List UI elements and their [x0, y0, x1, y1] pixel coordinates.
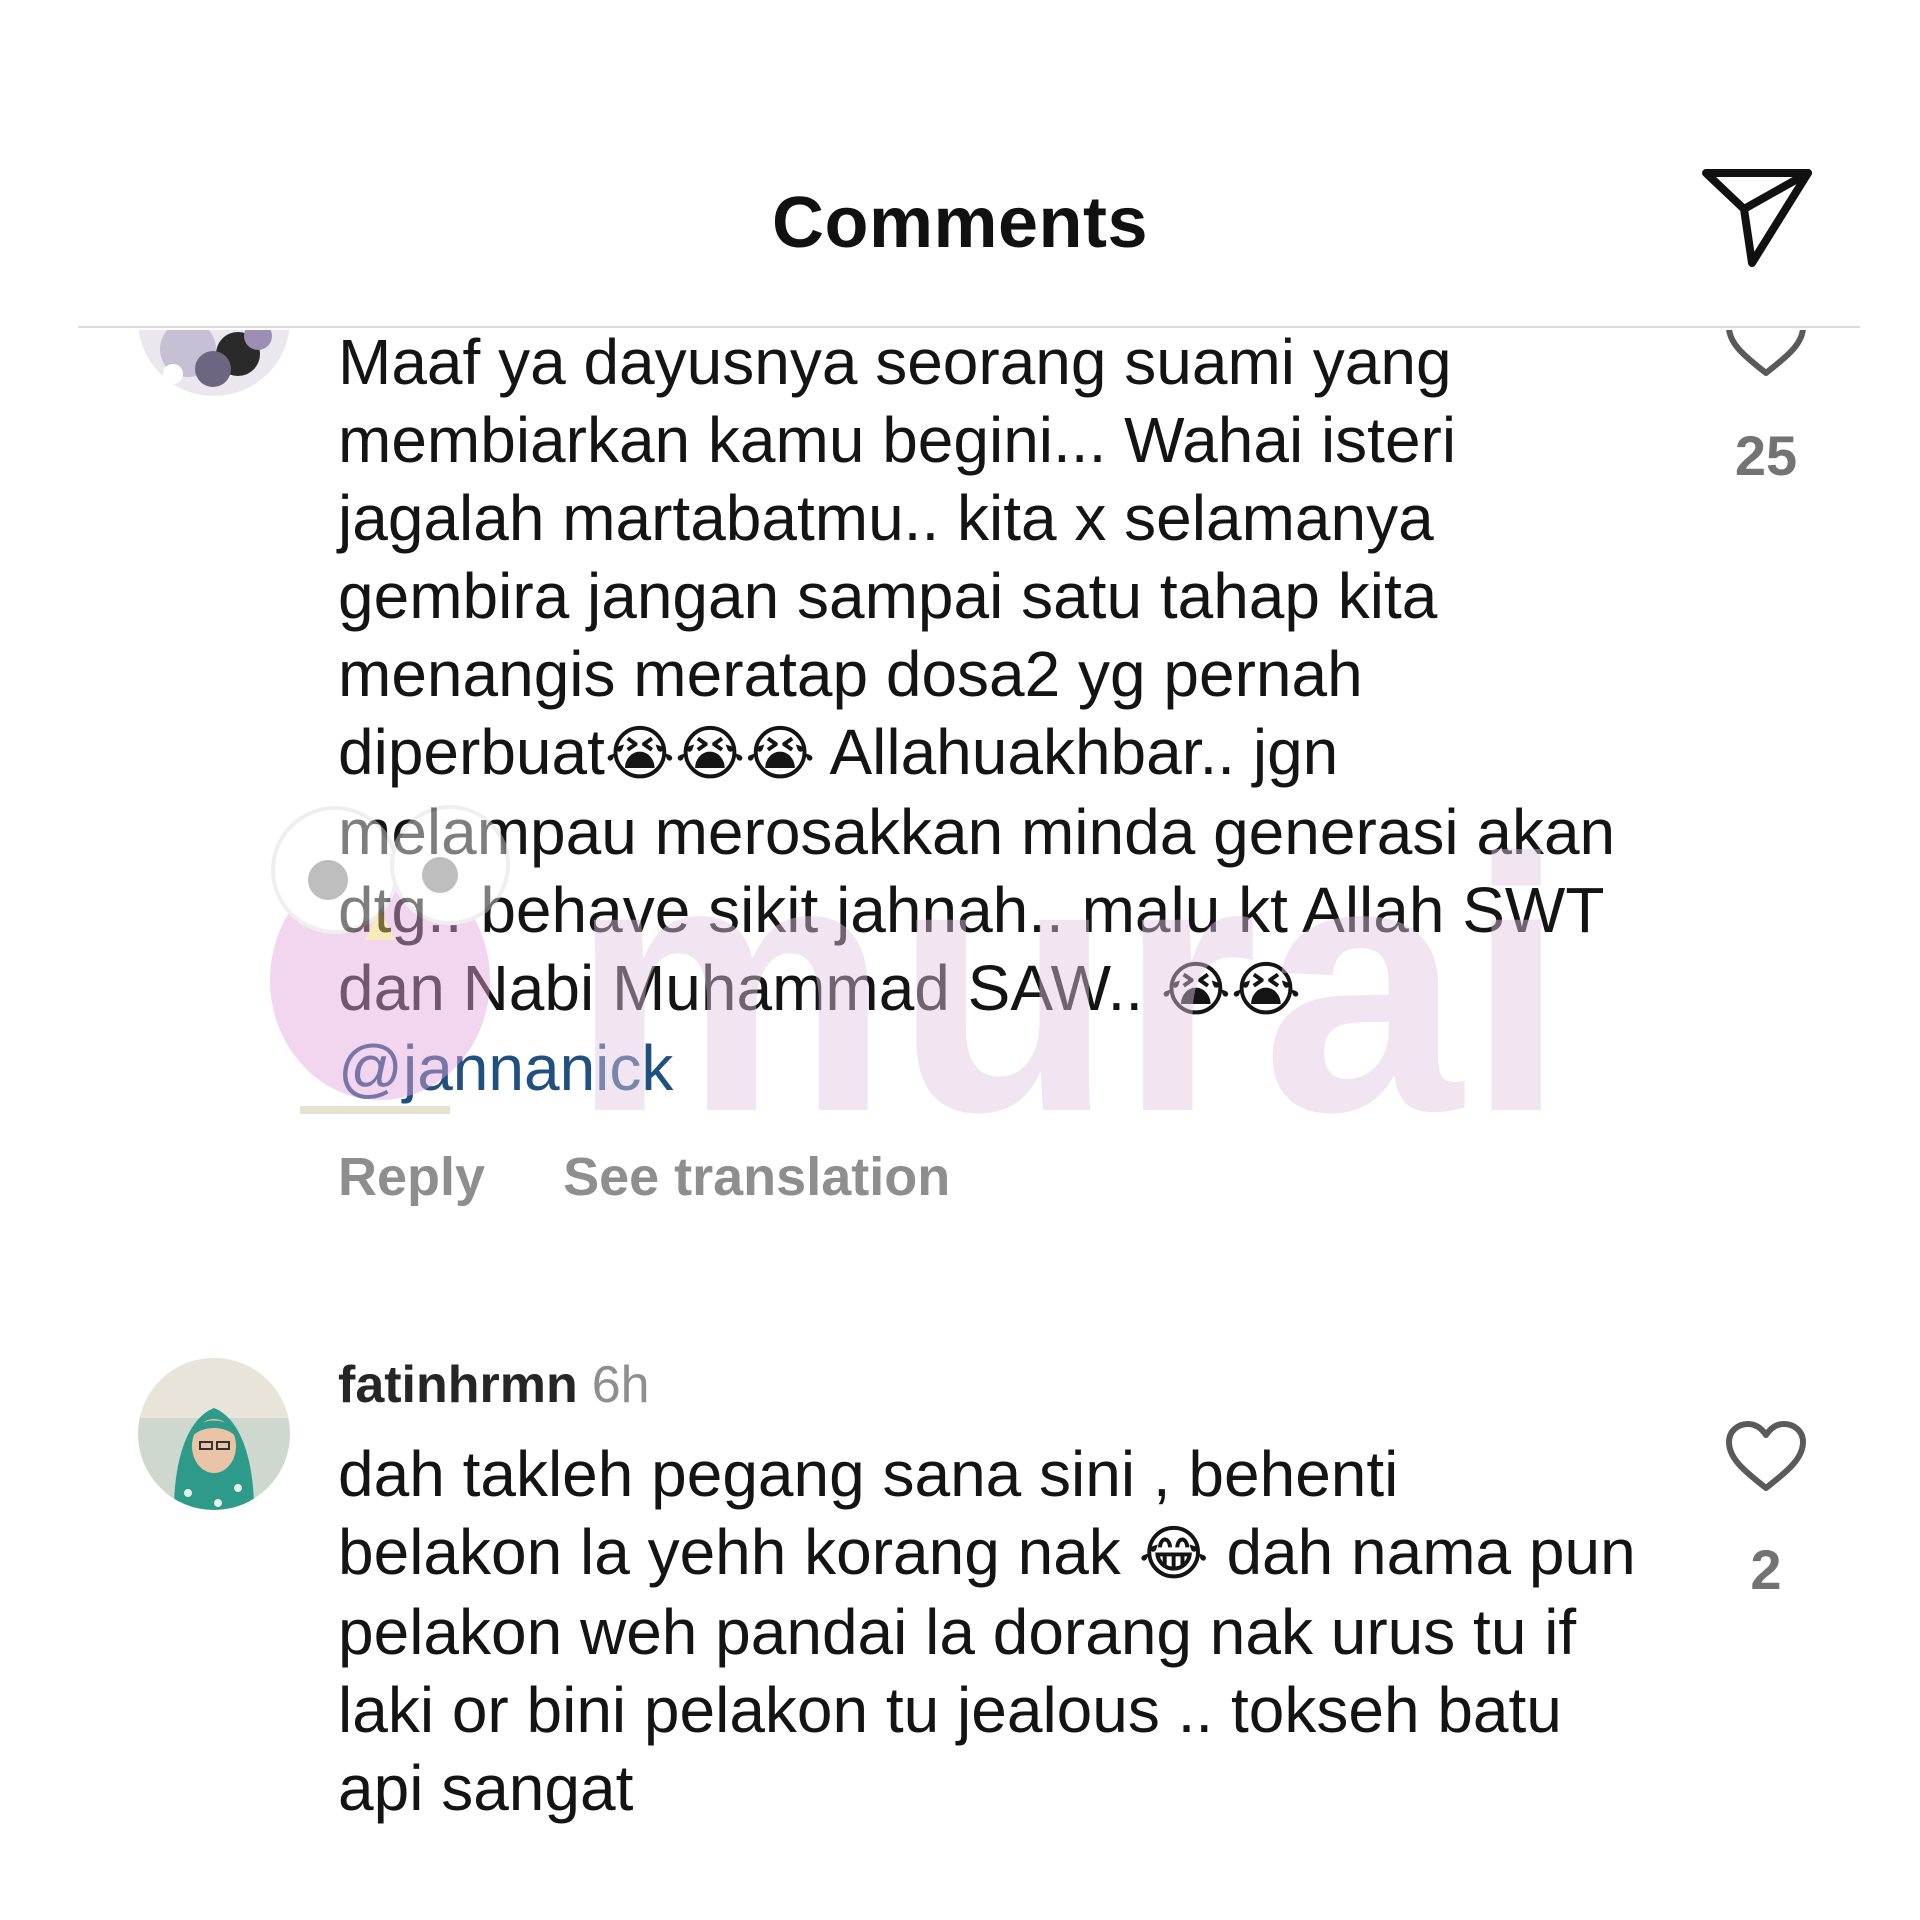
- heart-icon[interactable]: [1725, 1420, 1807, 1492]
- comment-header: fatinhrmn 6h: [338, 1355, 650, 1415]
- face-with-tears-of-joy-emoji: 😂: [1138, 1519, 1209, 1589]
- comments-header: Comments: [0, 0, 1920, 330]
- like-count: 2: [1750, 1538, 1782, 1601]
- reply-button[interactable]: Reply: [338, 1147, 485, 1207]
- mention-link[interactable]: @jannanick: [338, 1032, 673, 1104]
- header-divider: [78, 326, 1860, 328]
- avatar[interactable]: [138, 1358, 290, 1510]
- paper-plane-icon[interactable]: [1700, 165, 1814, 269]
- loudly-crying-face-emoji: 😭😭😭: [604, 719, 816, 789]
- see-translation-button[interactable]: See translation: [563, 1147, 950, 1207]
- like-count: 25: [1734, 424, 1798, 487]
- comment-text: dah takleh pegang sana sini , behenti be…: [338, 1438, 1636, 1824]
- timestamp: 6h: [591, 1356, 650, 1414]
- page-title: Comments: [771, 183, 1149, 263]
- loudly-crying-face-emoji: 😭😭: [1160, 955, 1302, 1025]
- username[interactable]: fatinhrmn: [338, 1356, 578, 1414]
- comment-actions: Reply See translation: [338, 1145, 950, 1209]
- comment-text: Maaf ya dayusnya seorang suami yang memb…: [338, 326, 1616, 1104]
